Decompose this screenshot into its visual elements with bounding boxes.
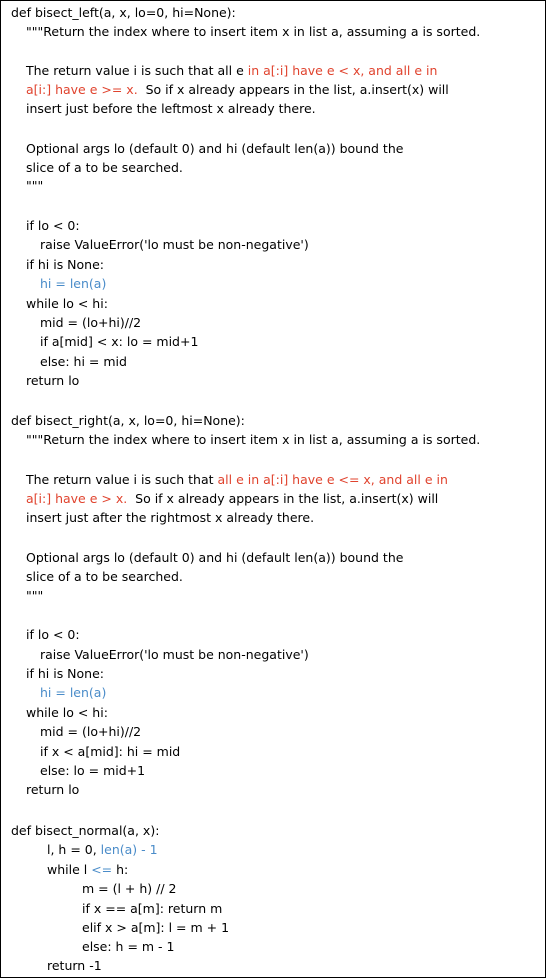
- bisect-left-mid: mid = (lo+hi)//2: [40, 315, 142, 330]
- bisect-left-docstring-line-5: Optional args lo (default 0) and hi (def…: [26, 141, 404, 156]
- bisect-right-docstring-close: """: [26, 588, 44, 603]
- bisect-left-docstring-line-4: insert just before the leftmost x alread…: [26, 101, 316, 116]
- bisect-right-else: else: lo = mid+1: [40, 763, 146, 778]
- code-screenshot: def bisect_left(a, x, lo=0, hi=None): ""…: [0, 0, 546, 978]
- bisect-normal-return: return -1: [47, 958, 102, 973]
- highlighted-text: a[i:] have e > x.: [26, 491, 128, 506]
- bisect-left-while: while lo < hi:: [26, 296, 108, 311]
- bisect-normal-else: else: h = m - 1: [82, 939, 175, 954]
- bisect-right-return: return lo: [26, 782, 80, 797]
- bisect-left-docstring-line-1: """Return the index where to insert item…: [26, 24, 481, 39]
- bisect-left-docstring-line-3: a[i:] have e >= x. So if x already appea…: [26, 80, 449, 100]
- bisect-left-def: def bisect_left(a, x, lo=0, hi=None):: [11, 5, 236, 20]
- bisect-left-if-lo: if lo < 0:: [26, 218, 80, 233]
- bisect-left-else: else: hi = mid: [40, 354, 127, 369]
- bisect-right-docstring-line-5: Optional args lo (default 0) and hi (def…: [26, 550, 404, 565]
- bisect-right-hi-len: hi = len(a): [40, 685, 107, 700]
- bisect-left-if-amid: if a[mid] < x: lo = mid+1: [40, 334, 199, 349]
- bisect-right-while: while lo < hi:: [26, 705, 108, 720]
- highlighted-text: <=: [91, 862, 113, 877]
- doc-text: So if x already appears in the list, a.i…: [137, 82, 449, 97]
- bisect-normal-if-eq: if x == a[m]: return m: [82, 901, 223, 916]
- doc-text: So if x already appears in the list, a.i…: [127, 491, 439, 506]
- bisect-right-docstring-line-1: """Return the index where to insert item…: [26, 432, 481, 447]
- bisect-right-if-lo: if lo < 0:: [26, 627, 80, 642]
- doc-text: The return value i is such that: [26, 472, 218, 487]
- bisect-right-docstring-line-6: slice of a to be searched.: [26, 569, 183, 584]
- bisect-right-if-hi: if hi is None:: [26, 666, 104, 681]
- code-text: h:: [112, 862, 129, 877]
- highlighted-text: all e in a[:i] have e <= x, and all e in: [217, 472, 448, 487]
- bisect-right-raise: raise ValueError('lo must be non-negativ…: [40, 647, 309, 662]
- bisect-right-mid: mid = (lo+hi)//2: [40, 724, 142, 739]
- code-text: l, h = 0,: [47, 842, 101, 857]
- bisect-normal-m: m = (l + h) // 2: [82, 881, 177, 896]
- bisect-right-docstring-line-4: insert just after the rightmost x alread…: [26, 510, 315, 525]
- bisect-left-docstring-line-2: The return value i is such that all e in…: [26, 61, 437, 81]
- bisect-normal-elif: elif x > a[m]: l = m + 1: [82, 920, 230, 935]
- bisect-left-if-hi: if hi is None:: [26, 257, 104, 272]
- doc-text: The return value i is such that all e: [26, 63, 248, 78]
- bisect-normal-init: l, h = 0, len(a) - 1: [47, 840, 158, 860]
- bisect-left-raise: raise ValueError('lo must be non-negativ…: [40, 237, 309, 252]
- bisect-left-docstring-line-6: slice of a to be searched.: [26, 160, 183, 175]
- highlighted-text: len(a) - 1: [100, 842, 158, 857]
- bisect-normal-def: def bisect_normal(a, x):: [11, 823, 160, 838]
- bisect-left-docstring-close: """: [26, 178, 44, 193]
- bisect-left-return: return lo: [26, 373, 80, 388]
- bisect-left-hi-len: hi = len(a): [40, 276, 107, 291]
- bisect-right-if-x: if x < a[mid]: hi = mid: [40, 744, 181, 759]
- highlighted-text: a[i:] have e >= x.: [26, 82, 138, 97]
- bisect-right-def: def bisect_right(a, x, lo=0, hi=None):: [11, 413, 245, 428]
- bisect-right-docstring-line-2: The return value i is such that all e in…: [26, 470, 448, 490]
- code-text: while l: [47, 862, 92, 877]
- bisect-normal-while: while l <= h:: [47, 860, 128, 880]
- highlighted-text: in a[:i] have e < x, and all e in: [247, 63, 438, 78]
- bisect-right-docstring-line-3: a[i:] have e > x. So if x already appear…: [26, 489, 438, 509]
